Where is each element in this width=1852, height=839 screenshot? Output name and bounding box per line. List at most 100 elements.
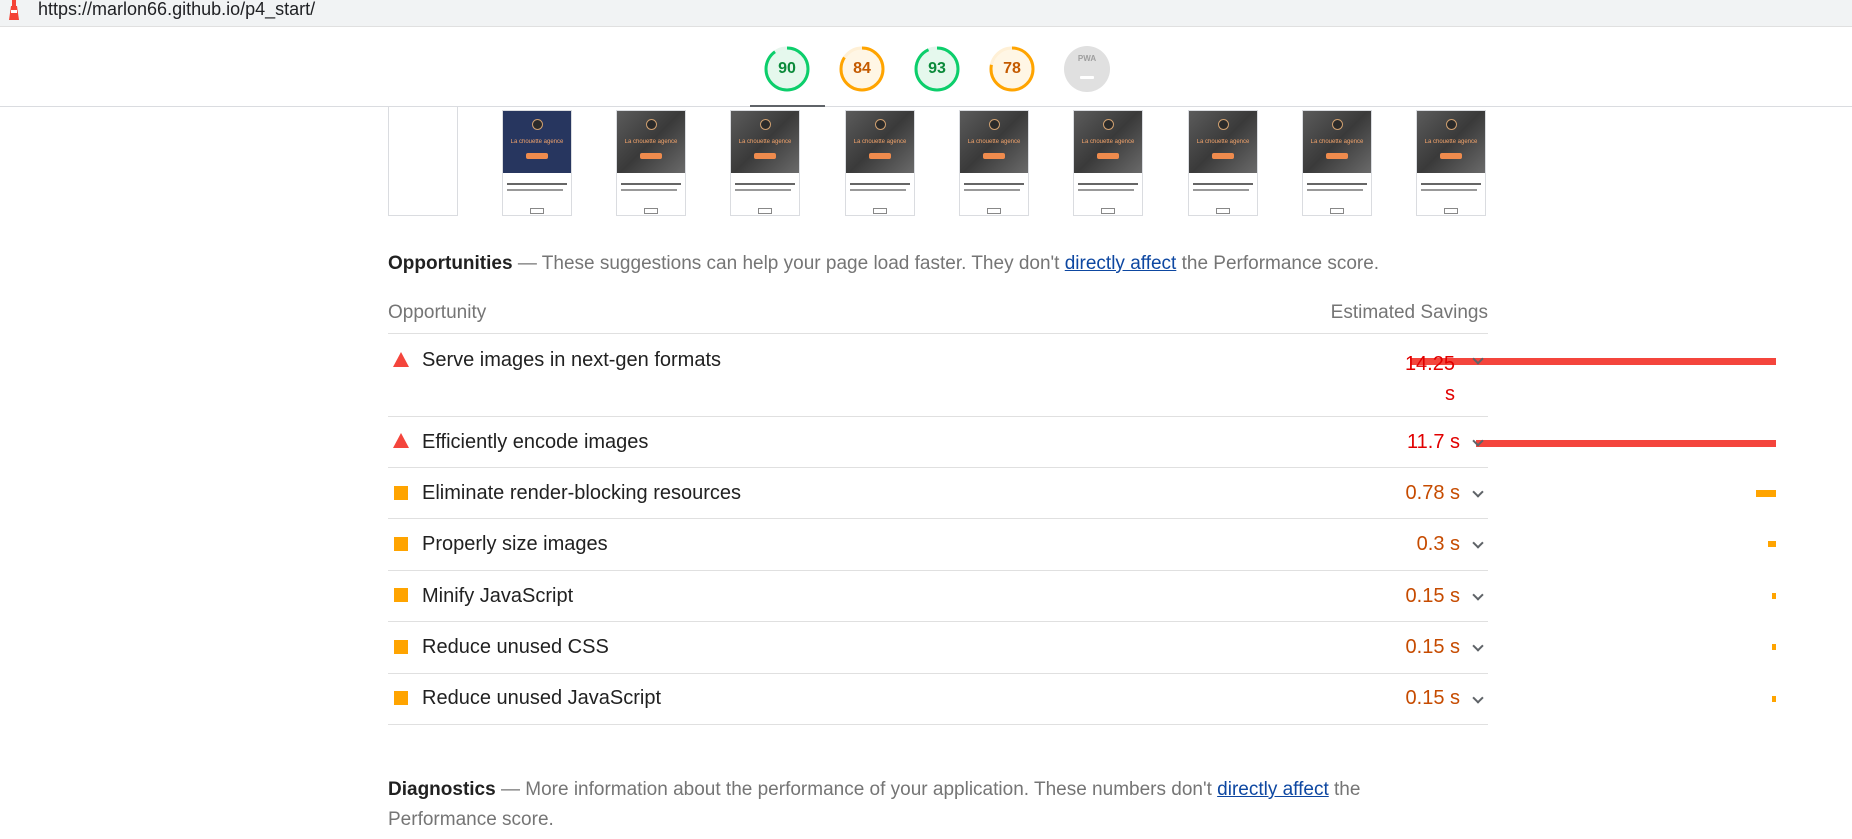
chevron-down-icon[interactable] [1472,640,1484,652]
savings-bar [1772,644,1776,650]
savings-bar [1756,490,1776,497]
average-square-icon [394,640,408,654]
fail-triangle-icon [393,433,409,448]
frame-caption: La chouette agence [1424,139,1478,145]
chevron-down-icon[interactable] [1472,692,1484,704]
frame-caption: La chouette agence [967,139,1021,145]
frame-caption: La chouette agence [853,139,907,145]
savings-value: 14.25 s [1404,353,1455,405]
score-value: 90 [778,60,796,77]
average-square-icon [394,691,408,705]
savings-bar [1411,358,1776,365]
chevron-down-icon[interactable] [1472,486,1484,498]
score-gauge-best-practices[interactable]: 93 [913,45,961,93]
chevron-down-icon[interactable] [1472,589,1484,601]
audit-row-render-blocking[interactable]: Eliminate render-blocking resources 0.78… [388,468,1776,519]
image-placeholder-icon [1444,208,1458,214]
audit-row-unused-css[interactable]: Reduce unused CSS 0.15 s [388,622,1776,674]
frame-caption: La chouette agence [1081,139,1135,145]
frame-caption: La chouette agence [510,139,564,145]
column-estimated-savings: Estimated Savings [1330,302,1488,323]
filmstrip-frame: La chouette agence [1416,110,1486,216]
filmstrip-frame: La chouette agence [502,110,572,216]
frame-caption: La chouette agence [738,139,792,145]
active-tab-indicator [750,105,825,107]
audit-row-next-gen-formats[interactable]: Serve images in next-gen formats 14.25 s [388,335,1776,417]
diagnostics-text-before: — More information about the performance… [495,779,1218,800]
average-square-icon [394,486,408,500]
chevron-down-icon[interactable] [1472,537,1484,549]
savings-value: 0.15 s [1405,585,1460,607]
savings-bar [1772,696,1776,702]
logo-icon [532,119,543,130]
score-gauge-performance[interactable]: 90 [763,45,811,93]
diagnostics-text-after: the [1328,779,1361,800]
filmstrip-frame [388,106,458,216]
address-bar[interactable]: https://marlon66.github.io/p4_start/ [0,0,1852,27]
filmstrip-frame: La chouette agence [1073,110,1143,216]
savings-value: 11.7 s [1407,431,1460,453]
frame-caption: La chouette agence [624,139,678,145]
image-placeholder-icon [1101,208,1115,214]
image-placeholder-icon [1330,208,1344,214]
filmstrip: La chouette agence La chouette agence La… [388,106,1488,216]
opportunities-heading: Opportunities [388,253,513,274]
audit-title: Eliminate render-blocking resources [422,482,742,504]
score-value: PWA [1077,54,1097,63]
image-placeholder-icon [873,208,887,214]
opportunities-text-after: the Performance score. [1176,253,1380,274]
lighthouse-icon [9,0,19,20]
image-placeholder-icon [530,208,544,214]
audit-row-properly-size-images[interactable]: Properly size images 0.3 s [388,519,1776,571]
audit-row-minify-javascript[interactable]: Minify JavaScript 0.15 s [388,571,1776,622]
filmstrip-frame: La chouette agence [1188,110,1258,216]
frame-caption: La chouette agence [1310,139,1364,145]
logo-icon [1218,119,1229,130]
pwa-dash [1080,76,1094,79]
logo-icon [989,119,1000,130]
average-square-icon [394,537,408,551]
audit-title: Reduce unused JavaScript [422,687,662,709]
filmstrip-frame: La chouette agence [1302,110,1372,216]
column-opportunity: Opportunity [388,302,487,323]
image-placeholder-icon [1216,208,1230,214]
frame-caption: La chouette agence [1196,139,1250,145]
audit-title: Minify JavaScript [422,585,574,607]
savings-bar [1772,593,1776,599]
logo-icon [1103,119,1114,130]
diagnostics-text-line2: Performance score. [388,809,554,830]
savings-bar [1476,440,1776,447]
savings-value: 0.3 s [1416,533,1460,555]
logo-icon [1446,119,1457,130]
directly-affect-link[interactable]: directly affect [1065,253,1177,274]
image-placeholder-icon [644,208,658,214]
logo-icon [875,119,886,130]
url-text[interactable]: https://marlon66.github.io/p4_start/ [38,0,315,18]
opportunities-description: Opportunities — These suggestions can he… [388,249,1379,279]
logo-icon [760,119,771,130]
directly-affect-link[interactable]: directly affect [1217,779,1329,800]
audit-title: Efficiently encode images [422,431,649,453]
audit-title: Reduce unused CSS [422,636,609,658]
image-placeholder-icon [758,208,772,214]
logo-icon [646,119,657,130]
filmstrip-frame: La chouette agence [616,110,686,216]
savings-value: 0.15 s [1405,636,1460,658]
average-square-icon [394,588,408,602]
audit-row-unused-javascript[interactable]: Reduce unused JavaScript 0.15 s [388,674,1776,725]
score-gauge-seo[interactable]: 78 [988,45,1036,93]
score-gauge-pwa[interactable]: PWA [1063,45,1111,93]
savings-value: 0.78 s [1405,482,1460,504]
score-header: 90 84 93 78 PWA [0,27,1852,107]
score-value: 84 [853,60,871,77]
fail-triangle-icon [393,352,409,367]
opportunities-table-header: Opportunity Estimated Savings [388,298,1488,334]
audit-row-encode-images[interactable]: Efficiently encode images 11.7 s [388,417,1776,468]
logo-icon [1332,119,1343,130]
filmstrip-frame: La chouette agence [730,110,800,216]
score-gauge-accessibility[interactable]: 84 [838,45,886,93]
savings-bar [1768,541,1776,547]
filmstrip-frame: La chouette agence [959,110,1029,216]
audit-title: Properly size images [422,533,608,555]
audit-title: Serve images in next-gen formats [422,349,722,371]
